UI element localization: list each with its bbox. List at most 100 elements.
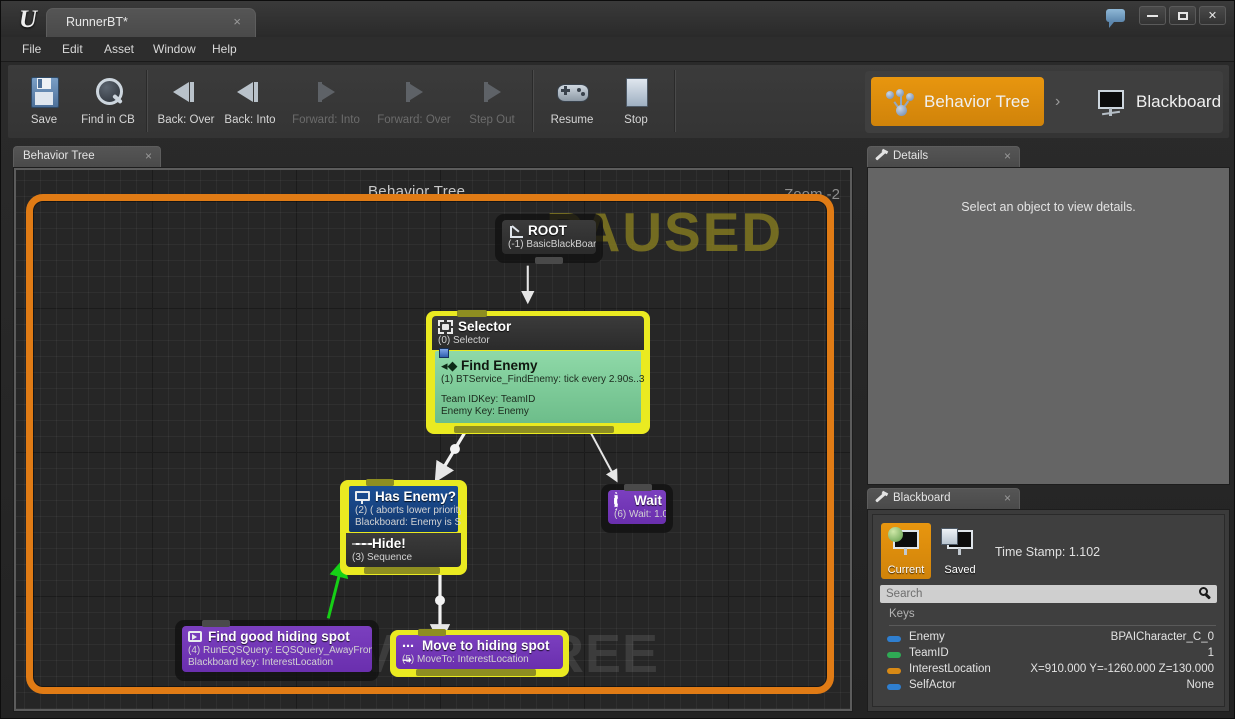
hide-output-pin[interactable]: [364, 567, 440, 574]
wait-node[interactable]: Wait (6) Wait: 1.0s: [601, 484, 673, 533]
menu-window[interactable]: Window: [144, 37, 205, 61]
eqs-input-pin[interactable]: [202, 620, 230, 627]
behavior-tree-canvas[interactable]: Behavior Tree Zoom -2 PAUSED BEHAVIOR TR…: [16, 170, 850, 709]
find-enemy-subtitle: (1) BTService_FindEnemy: tick every 2.90…: [441, 374, 644, 385]
moveto-node-title: Move to hiding spot: [422, 638, 550, 653]
title-bar: U RunnerBT* × ✕: [1, 1, 1234, 38]
blackboard-search-placeholder: Search: [886, 588, 923, 600]
blackboard-search-input[interactable]: Search: [880, 585, 1217, 603]
key-name: TeamID: [909, 647, 949, 659]
details-tab[interactable]: Details ×: [867, 146, 1020, 167]
close-button[interactable]: ✕: [1199, 6, 1226, 25]
bubble-tail: [1109, 22, 1114, 28]
selector-output-pin[interactable]: [454, 426, 614, 433]
moveto-node-body[interactable]: ⋯➞ Move to hiding spot (5) MoveTo: Inter…: [396, 635, 563, 669]
graph-tab-label: Behavior Tree: [23, 150, 95, 162]
find-enemy-enemy-key: Enemy Key: Enemy: [441, 406, 529, 417]
details-tab-close-icon[interactable]: ×: [1004, 149, 1011, 163]
hide-node-body[interactable]: Has Enemy? (2) ( aborts lower priority )…: [346, 485, 461, 567]
step-back-over-icon: [169, 75, 203, 109]
stop-icon: [619, 75, 653, 109]
back-into-button[interactable]: Back: Into: [218, 67, 282, 135]
blackboard-key-row[interactable]: Enemy BPAICharacter_C_0: [887, 631, 1216, 647]
toolbar-separator-3: [674, 70, 676, 132]
has-enemy-title: Has Enemy?: [375, 489, 457, 504]
blackboard-saved-button[interactable]: Saved: [935, 523, 985, 579]
forward-into-button: Forward: Into: [282, 67, 370, 135]
back-over-button[interactable]: Back: Over: [154, 67, 218, 135]
forward-over-button: Forward: Over: [370, 67, 458, 135]
blackboard-current-label: Current: [887, 564, 925, 576]
blackboard-key-row[interactable]: SelfActor None: [887, 679, 1216, 695]
maximize-button[interactable]: [1169, 6, 1196, 25]
graph-tab[interactable]: Behavior Tree ×: [13, 146, 161, 167]
resume-button[interactable]: Resume: [540, 67, 604, 135]
blackboard-saved-icon: [941, 528, 977, 556]
step-forward-over-icon: [397, 75, 431, 109]
mode-behavior-tree[interactable]: Behavior Tree: [871, 77, 1044, 126]
key-type-pill-icon: [887, 668, 901, 674]
mode-blackboard-label: Blackboard: [1136, 91, 1222, 111]
moveto-output-pin[interactable]: [416, 669, 536, 676]
menu-edit[interactable]: Edit: [53, 37, 92, 61]
search-icon: [1198, 587, 1212, 600]
blackboard-key-row[interactable]: TeamID 1: [887, 647, 1216, 663]
maximize-icon: [1177, 11, 1188, 20]
has-enemy-decorator[interactable]: Has Enemy? (2) ( aborts lower priority )…: [349, 486, 461, 532]
wait-input-pin[interactable]: [624, 484, 652, 491]
keys-divider: [889, 625, 1216, 626]
minimize-button[interactable]: [1139, 6, 1166, 25]
step-out-icon: [475, 75, 509, 109]
moveto-input-pin[interactable]: [418, 629, 446, 636]
root-output-pin[interactable]: [535, 257, 563, 264]
save-button[interactable]: Save: [12, 67, 76, 135]
key-name: Enemy: [909, 631, 945, 643]
mode-blackboard[interactable]: Blackboard: [1081, 77, 1234, 126]
key-value: BPAICharacter_C_0: [1110, 631, 1214, 643]
find-in-cb-label: Find in CB: [81, 114, 135, 126]
hide-node-header: ╼╼╼ Hide! (3) Sequence: [346, 533, 461, 567]
move-to-hiding-spot-node[interactable]: ⋯➞ Move to hiding spot (5) MoveTo: Inter…: [390, 629, 569, 677]
save-button-label: Save: [30, 114, 58, 126]
find-hiding-spot-node[interactable]: Find good hiding spot (4) RunEQSQuery: E…: [175, 620, 379, 681]
close-icon: ✕: [1207, 10, 1218, 22]
graph-tab-close-icon[interactable]: ×: [145, 149, 152, 163]
hide-node-title: Hide!: [372, 536, 406, 551]
blackboard-tab-close-icon[interactable]: ×: [1004, 491, 1011, 505]
stop-button[interactable]: Stop: [604, 67, 668, 135]
root-icon: [508, 224, 523, 238]
menu-file[interactable]: File: [13, 37, 50, 61]
wait-node-body[interactable]: Wait (6) Wait: 1.0s: [608, 490, 666, 524]
hide-sequence-node[interactable]: Has Enemy? (2) ( aborts lower priority )…: [340, 479, 467, 575]
selector-node[interactable]: Selector (0) Selector ◂◆ Find Enemy (1) …: [426, 310, 650, 434]
eqs-node-body[interactable]: Find good hiding spot (4) RunEQSQuery: E…: [182, 626, 372, 672]
speech-bubble-icon[interactable]: [1106, 9, 1126, 28]
toolbar-separator-1: [146, 70, 148, 132]
eqs-node-key: Blackboard key: InterestLocation: [188, 657, 334, 668]
step-out-button: Step Out: [458, 67, 526, 135]
details-tab-label: Details: [893, 150, 929, 162]
root-node-body[interactable]: ROOT (-1) BasicBlackBoard: [502, 220, 596, 254]
back-into-label: Back: Into: [224, 114, 276, 126]
find-enemy-service[interactable]: ◂◆ Find Enemy (1) BTService_FindEnemy: t…: [435, 348, 644, 423]
wait-node-title: Wait: [634, 493, 662, 508]
find-in-cb-button[interactable]: Find in CB: [76, 67, 140, 135]
moveto-icon: ⋯➞: [402, 638, 414, 667]
toolbar: Save Find in CB Back: Over Back: Into Fo…: [7, 64, 1230, 193]
graph-panel: Behavior Tree Zoom -2 PAUSED BEHAVIOR TR…: [13, 167, 853, 712]
root-node[interactable]: ROOT (-1) BasicBlackBoard: [495, 214, 603, 264]
menu-help[interactable]: Help: [203, 37, 246, 61]
document-tab-runnerbt[interactable]: RunnerBT* ×: [46, 8, 256, 37]
moveto-node-segment: ⋯➞ Move to hiding spot (5) MoveTo: Inter…: [396, 635, 563, 669]
menu-asset[interactable]: Asset: [95, 37, 143, 61]
hide-input-pin[interactable]: [366, 479, 394, 486]
blackboard-key-row[interactable]: InterestLocation X=910.000 Y=-1260.000 Z…: [887, 663, 1216, 679]
selector-node-body[interactable]: Selector (0) Selector ◂◆ Find Enemy (1) …: [432, 316, 644, 426]
eqs-icon: [188, 630, 203, 644]
details-panel: Select an object to view details.: [867, 167, 1230, 485]
blackboard-current-button[interactable]: Current: [881, 523, 931, 579]
selector-input-pin[interactable]: [457, 310, 487, 317]
back-over-label: Back: Over: [157, 114, 215, 126]
document-tab-close-icon[interactable]: ×: [233, 14, 241, 29]
blackboard-tab[interactable]: Blackboard ×: [867, 488, 1020, 509]
